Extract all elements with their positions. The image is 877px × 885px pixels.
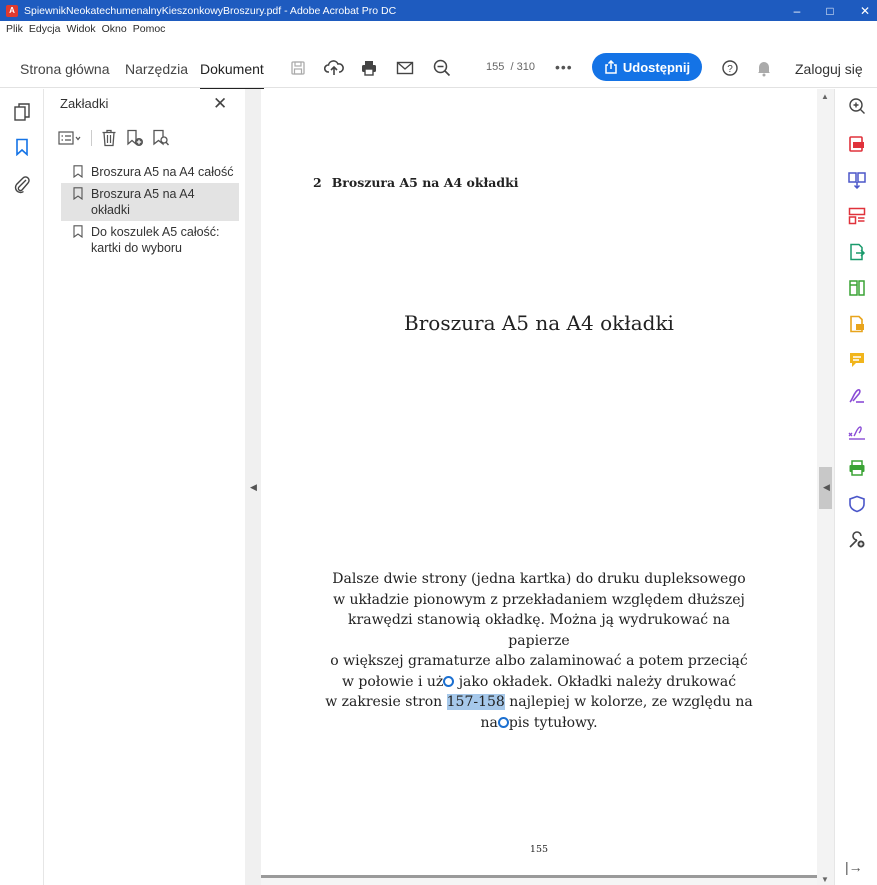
bell-icon[interactable] [752,57,776,79]
para-line: o większej gramaturze albo zalaminować a… [330,653,748,669]
bookmark-item[interactable]: Broszura A5 na A4 całość [61,161,239,183]
page-total: / 310 [510,61,535,73]
para-line: Dalsze dwie strony (jedna kartka) do dru… [332,571,746,587]
running-head: 2 Broszura A5 na A4 okładki [313,175,519,190]
expand-tools-arrow-icon[interactable]: ◀ [823,482,830,493]
document-viewer[interactable]: 2 Broszura A5 na A4 okładki Broszura A5 n… [261,89,817,885]
para-text: najlepiej w kolorze, ze względu na [504,694,753,710]
maximize-button[interactable]: □ [810,0,850,21]
create-pdf-icon[interactable] [845,241,869,263]
panel-title: Zakładki [60,96,109,111]
export-pdf-icon[interactable] [845,133,869,155]
bookmark-item-selected[interactable]: Broszura A5 na A4 okładki [61,183,239,221]
main-toolbar: Strona główna Narzędzia Dokument 155 / 3… [0,37,877,90]
comment-icon[interactable] [845,349,869,371]
scan-ocr-icon[interactable] [845,457,869,479]
panel-splitter[interactable]: ◀ [245,89,261,885]
para-line: krawędzi stanowią okładkę. Można ją wydr… [348,612,730,649]
para-text: pis tytułowy. [508,714,598,731]
menu-help[interactable]: Pomoc [133,23,166,35]
share-label: Udostępnij [622,59,691,75]
title-bar: A SpiewnikNeokatechumenalnyKieszonkowyBr… [0,0,877,21]
close-window-button[interactable]: ✕ [845,0,877,21]
bookmark-icon [73,165,83,178]
para-line: na pis tytułowy. [321,713,757,734]
delete-bookmark-icon[interactable] [100,129,118,147]
bookmarks-icon[interactable] [12,136,32,158]
right-tools-rail: ◀ |→ [823,89,877,885]
menu-file[interactable]: Plik [6,23,23,35]
fill-sign-icon[interactable] [845,385,869,407]
selected-text[interactable]: 157-158 [446,694,505,710]
bookmark-icon [73,187,83,200]
combine-files-icon[interactable] [845,169,869,191]
bookmark-item[interactable]: Do koszulek A5 całość: kartki do wyboru [61,221,239,259]
scroll-down-arrow-icon[interactable]: ▼ [821,875,829,884]
window-title: SpiewnikNeokatechumenalnyKieszonkowyBros… [24,4,397,17]
attachments-icon[interactable] [12,173,32,195]
bookmark-label: Broszura A5 na A4 całość [91,165,234,179]
left-rail [0,89,44,885]
para-text: w połowie i uż [341,673,444,690]
share-button[interactable]: Udostępnij [592,53,702,81]
page-indicator[interactable]: 155 / 310 [486,61,535,73]
menu-view[interactable]: Widok [66,23,95,35]
find-bookmark-icon[interactable] [152,129,170,147]
menu-bar: Plik Edycja Widok Okno Pomoc [0,21,877,37]
bookmarks-panel: Zakładki ✕ Broszura A5 na A4 całość Bros… [45,89,245,885]
page-current-input[interactable]: 155 [486,61,504,73]
scroll-up-arrow-icon[interactable]: ▲ [821,92,829,101]
share-icon [605,60,617,74]
request-signature-icon[interactable] [845,421,869,443]
close-panel-button[interactable]: ✕ [213,94,227,114]
login-button[interactable]: Zaloguj się [795,61,863,77]
collapse-panel-arrow-icon[interactable]: ◀ [250,482,257,493]
export-file-icon[interactable] [845,313,869,335]
more-tools-icon[interactable] [845,529,869,551]
bookmark-options-icon[interactable] [57,129,83,147]
acrobat-app-icon: A [6,4,18,17]
more-options-button[interactable]: ••• [555,59,573,75]
upload-cloud-icon[interactable] [322,57,346,79]
zoom-in-tool-icon[interactable] [845,95,869,117]
para-text: w zakresie stron [325,694,447,710]
tab-tools[interactable]: Narzędzia [125,61,188,77]
para-text: jako okładek. Okładki należy drukować [454,673,737,690]
collapse-tools-icon[interactable]: |→ [845,859,863,875]
page-title: Broszura A5 na A4 okładki [404,311,674,335]
new-bookmark-icon[interactable] [126,129,144,147]
running-head-title: Broszura A5 na A4 okładki [331,175,519,190]
protect-icon[interactable] [845,493,869,515]
page-number: 155 [529,844,549,855]
menu-window[interactable]: Okno [102,23,127,35]
pdf-page[interactable]: 2 Broszura A5 na A4 okładki Broszura A5 n… [261,89,817,875]
zoom-out-icon[interactable] [430,57,454,79]
tab-home[interactable]: Strona główna [20,61,110,77]
bookmark-list: Broszura A5 na A4 całość Broszura A5 na … [61,161,239,259]
print-icon[interactable] [357,57,381,79]
selection-end-handle[interactable] [497,717,509,728]
help-icon[interactable]: ? [718,57,742,79]
edit-pdf-icon[interactable] [845,277,869,299]
svg-text:?: ? [727,64,733,75]
tab-document[interactable]: Dokument [200,61,264,90]
para-line: w zakresie stron 157-158 najlepiej w kol… [321,692,757,713]
bookmark-label: Do koszulek A5 całość: kartki do wyboru [91,225,220,255]
para-line: w połowie i uż jako okładek. Okładki nal… [321,672,757,693]
email-icon[interactable] [393,57,417,79]
save-icon[interactable] [286,57,310,79]
bookmark-label: Broszura A5 na A4 okładki [91,187,195,217]
bookmarks-toolbar [57,127,170,149]
body-paragraph[interactable]: Dalsze dwie strony (jedna kartka) do dru… [321,569,757,733]
page-edge [261,875,817,878]
toolbar-divider [91,130,92,146]
running-head-number: 2 [313,175,322,190]
selection-start-handle[interactable] [443,676,455,687]
page-thumbnails-icon[interactable] [12,101,32,123]
bookmark-icon [73,225,83,238]
para-text: na [480,714,498,731]
para-line: w układzie pionowym z przekładaniem wzgl… [333,591,745,608]
menu-edit[interactable]: Edycja [29,23,61,35]
organize-pages-icon[interactable] [845,205,869,227]
